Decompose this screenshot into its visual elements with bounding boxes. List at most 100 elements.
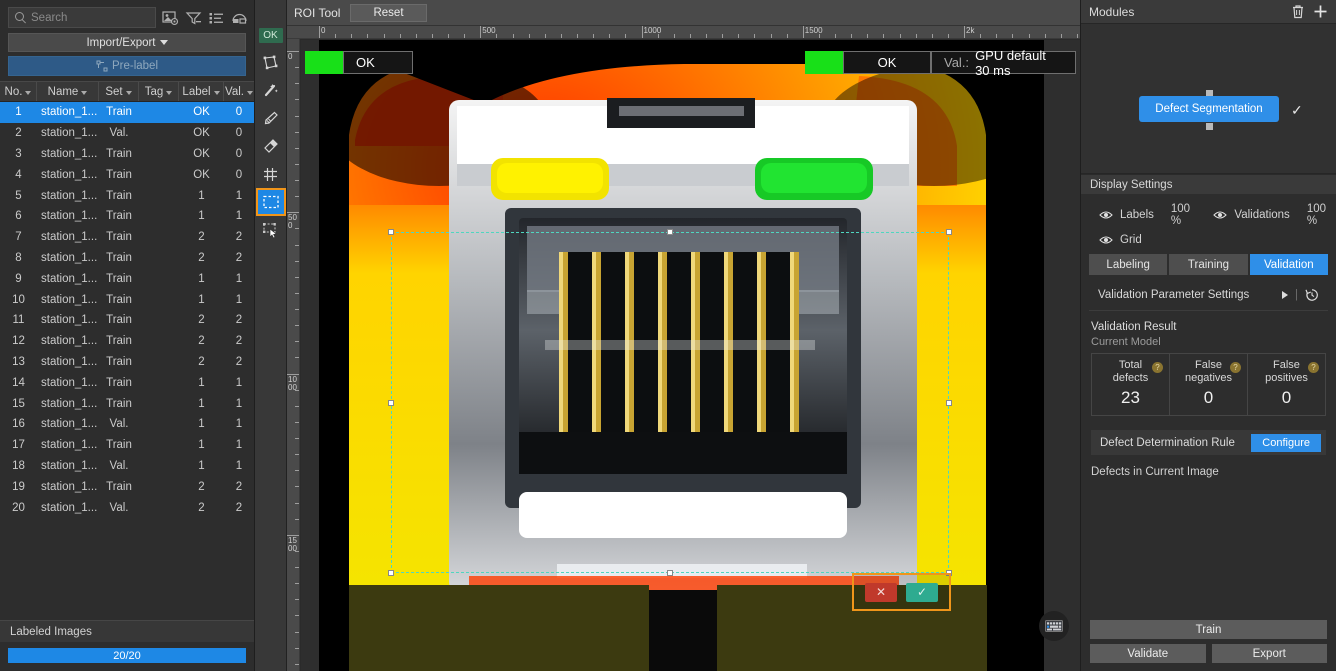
cell-name: station_1... [41,397,98,410]
roi-handle-w[interactable] [388,399,394,406]
grid-tool[interactable] [258,162,284,186]
table-row[interactable]: 1 station_1... Train OK 0 [0,102,254,123]
table-row[interactable]: 9 station_1... Train 1 1 [0,268,254,289]
image-table-body[interactable]: 1 station_1... Train OK 0 2 station_1... Val. OK… [0,102,254,620]
ruler-tick [996,34,998,38]
keyboard-shortcuts-button[interactable] [1039,611,1069,641]
cell-label: OK [193,127,210,140]
validation-parameter-settings-row[interactable]: Validation Parameter Settings | [1089,279,1328,311]
roi-selection-rect[interactable] [388,229,952,576]
modules-canvas[interactable]: Defect Segmentation ✓ [1081,24,1336,174]
column-header-no[interactable]: No. [0,82,37,101]
filter-icon[interactable] [185,10,202,26]
eye-icon-validations[interactable] [1213,210,1228,220]
magic-wand-tool[interactable] [258,78,284,102]
roi-handle-n[interactable] [667,229,673,235]
help-icon[interactable]: ? [1308,362,1319,373]
module-output-port[interactable] [1206,123,1213,130]
table-row[interactable]: 17 station_1... Train 1 1 [0,435,254,456]
display-labels-row: Labels 100 % Validations 100 % [1081,194,1336,230]
history-reset-icon[interactable] [1305,288,1319,302]
layout-icon[interactable] [231,10,248,26]
tab-training[interactable]: Training [1169,254,1248,275]
eye-icon-grid[interactable] [1099,235,1113,245]
column-header-name[interactable]: Name [37,82,99,101]
ruler-label: 1000 [643,26,662,35]
table-row[interactable]: 12 station_1... Train 2 2 [0,331,254,352]
pre-label-button[interactable]: Pre-label [8,56,246,76]
import-export-button[interactable]: Import/Export [8,33,246,52]
labels-opacity-value[interactable]: 100 % [1171,203,1190,227]
table-row[interactable]: 5 station_1... Train 1 1 [0,185,254,206]
add-module-icon[interactable] [1313,4,1328,19]
tab-labeling[interactable]: Labeling [1089,254,1168,275]
cell-name: station_1... [41,418,98,431]
table-row[interactable]: 6 station_1... Train 1 1 [0,206,254,227]
image-settings-icon[interactable] [162,10,179,26]
validations-opacity-value[interactable]: 100 % [1307,203,1326,227]
roi-handle-ne[interactable] [946,229,952,235]
reset-button[interactable]: Reset [350,3,427,22]
train-button[interactable]: Train [1090,620,1327,639]
table-row[interactable]: 4 station_1... Train OK 0 [0,164,254,185]
move-select-tool[interactable] [258,218,284,242]
roi-reject-button[interactable]: ✕ [865,582,897,602]
table-row[interactable]: 16 station_1... Val. 1 1 [0,414,254,435]
rectangle-select-tool[interactable] [255,188,286,216]
search-input[interactable] [31,11,149,24]
ruler-tick [706,34,707,38]
export-label: Export [1252,647,1286,660]
table-row[interactable]: 13 station_1... Train 2 2 [0,352,254,373]
stat-name-line2: positives [1265,372,1308,384]
table-row[interactable]: 18 station_1... Val. 1 1 [0,456,254,477]
image-viewport[interactable]: OK OK Val.: GPU default 30 ms ✕ ✓ [301,40,1080,671]
table-row[interactable]: 15 station_1... Train 1 1 [0,393,254,414]
table-row[interactable]: 7 station_1... Train 2 2 [0,227,254,248]
column-header-tag[interactable]: Tag [139,82,179,101]
table-row[interactable]: 11 station_1... Train 2 2 [0,310,254,331]
eraser-icon [264,138,278,153]
vertical-ruler[interactable]: 0 500 1000 1500 [287,39,300,671]
cell-val: 2 [235,501,243,514]
configure-button[interactable]: Configure [1251,433,1321,452]
polygon-tool[interactable] [258,50,284,74]
eraser-tool[interactable] [258,134,284,158]
column-header-set[interactable]: Set [99,82,139,101]
roi-accept-button[interactable]: ✓ [906,582,938,602]
roi-handle-nw[interactable] [388,229,394,235]
ok-label-tool[interactable]: OK [258,28,283,43]
cell-label: 2 [198,355,205,368]
table-row[interactable]: 10 station_1... Train 1 1 [0,289,254,310]
validate-button[interactable]: Validate [1090,644,1206,663]
ruler-tick [464,34,466,38]
help-icon[interactable]: ? [1152,362,1163,373]
roi-handle-s[interactable] [667,570,673,576]
ruler-tick [295,486,299,488]
table-row[interactable]: 2 station_1... Val. OK 0 [0,123,254,144]
brush-tool[interactable] [258,106,284,130]
tab-validation[interactable]: Validation [1249,254,1328,275]
eye-icon-labels[interactable] [1099,210,1113,220]
list-view-icon[interactable] [208,10,225,26]
table-row[interactable]: 19 station_1... Train 2 2 [0,476,254,497]
roi-handle-sw[interactable] [388,570,394,576]
table-row[interactable]: 14 station_1... Train 1 1 [0,372,254,393]
ruler-tick [1012,34,1014,38]
export-button[interactable]: Export [1211,644,1327,663]
ruler-tick [399,34,401,38]
ruler-tick [818,34,820,38]
roi-handle-e[interactable] [946,399,952,406]
column-header-val[interactable]: Val. [224,82,254,101]
horizontal-ruler[interactable]: 0500100015002k25 [287,26,1080,39]
module-node-defect-segmentation[interactable]: Defect Segmentation [1139,96,1279,122]
module-enabled-check-icon[interactable]: ✓ [1291,102,1303,119]
column-header-label[interactable]: Label [179,82,224,101]
table-row[interactable]: 20 station_1... Val. 2 2 [0,497,254,518]
trash-icon[interactable] [1291,4,1305,19]
help-icon[interactable]: ? [1230,362,1241,373]
table-row[interactable]: 8 station_1... Train 2 2 [0,248,254,269]
expand-arrow-icon[interactable] [1282,291,1288,299]
cell-no: 18 [12,459,25,472]
search-input-wrapper[interactable] [8,7,156,28]
table-row[interactable]: 3 station_1... Train OK 0 [0,144,254,165]
